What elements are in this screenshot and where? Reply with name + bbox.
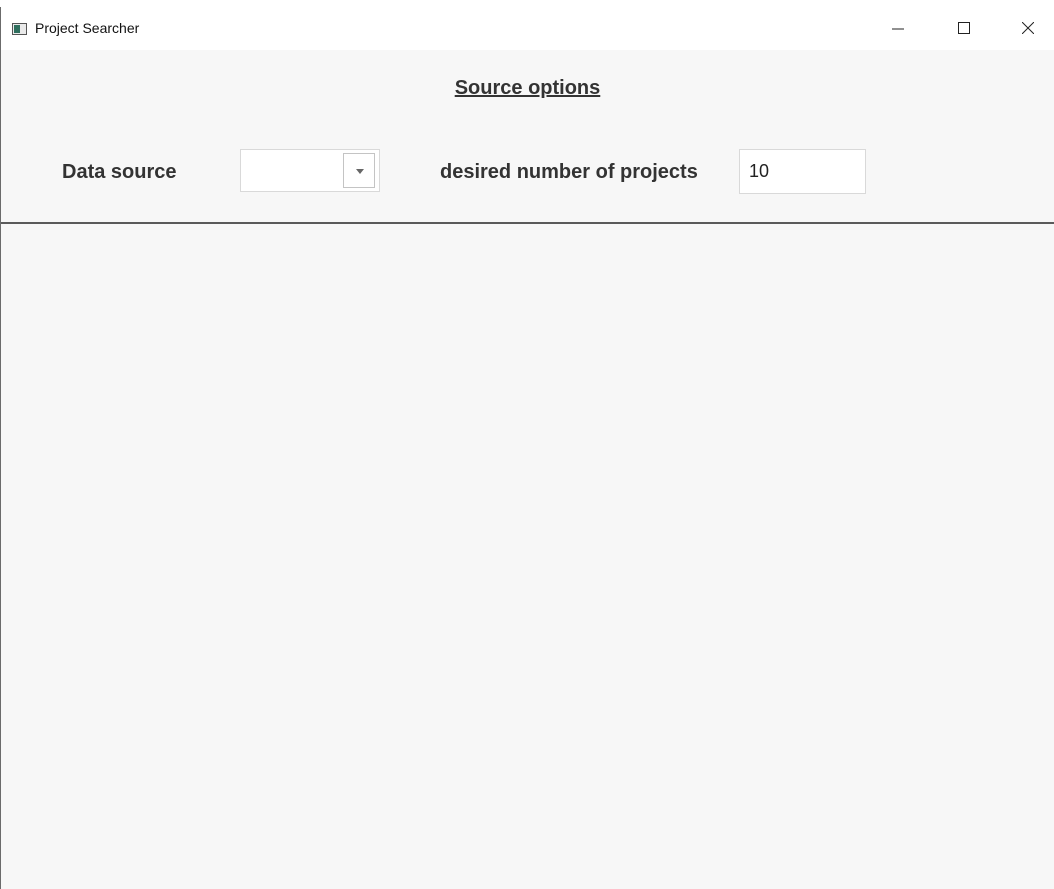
maximize-button[interactable] [941, 7, 987, 50]
minimize-button[interactable] [875, 7, 921, 50]
maximize-icon [958, 22, 970, 34]
close-icon [1022, 22, 1034, 34]
app-window-icon [12, 23, 27, 35]
source-options-heading: Source options [454, 77, 601, 99]
title-bar[interactable]: Project Searcher [1, 7, 1054, 50]
minimize-icon [892, 28, 904, 30]
project-count-input[interactable] [739, 149, 866, 194]
project-count-label: desired number of projects [440, 161, 698, 183]
main-window: Project Searcher Source options Data sou… [0, 7, 1054, 889]
results-area [1, 224, 1054, 889]
data-source-dropdown-button[interactable] [343, 153, 375, 188]
data-source-label: Data source [62, 161, 177, 183]
chevron-down-icon [356, 169, 364, 174]
close-button[interactable] [1005, 7, 1051, 50]
window-title: Project Searcher [35, 20, 140, 36]
data-source-dropdown[interactable] [240, 149, 380, 192]
